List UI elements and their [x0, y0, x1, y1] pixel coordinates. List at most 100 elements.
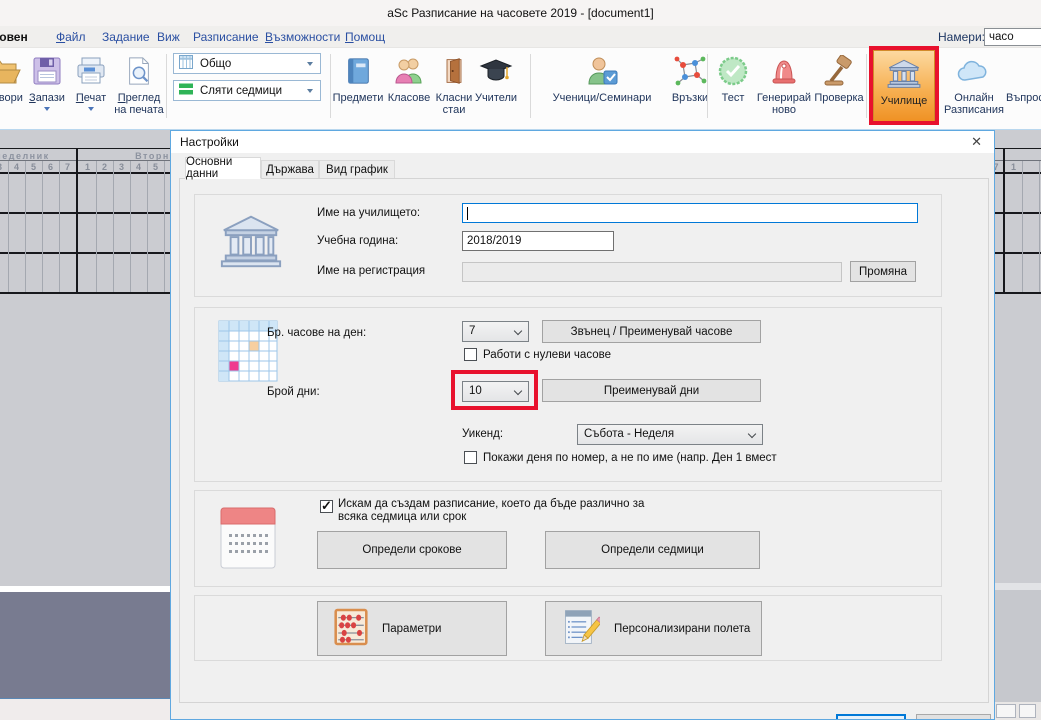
weeks-mode-combo[interactable]: Сляти седмици [173, 80, 321, 101]
school-building-icon [874, 51, 934, 95]
classrooms-button[interactable]: Класни стаи [434, 50, 474, 116]
save-dropdown-arrow-icon[interactable] [44, 107, 50, 111]
school-name-input[interactable] [462, 203, 918, 223]
hours-per-day-label: Бр. часове на ден: [267, 327, 366, 339]
ribbon-separator [707, 54, 708, 118]
merged-weeks-icon [179, 82, 193, 99]
questions-button[interactable]: Въпроси [1006, 50, 1041, 104]
combo-chevron-icon [514, 387, 522, 395]
parameters-button[interactable]: Параметри [317, 601, 507, 656]
number-of-days-combo[interactable]: 10 [462, 381, 529, 402]
subjects-button[interactable]: Предмети [332, 50, 384, 104]
door-icon [434, 50, 474, 92]
settings-dialog: Настройки ✕ Основни данни Държава Вид гр… [170, 130, 995, 720]
zero-hours-label: Работи с нулеви часове [483, 349, 611, 361]
registration-label: Име на регистрация [317, 265, 425, 277]
scrollbar-thumb[interactable] [996, 704, 1016, 718]
menu-item-options[interactable]: Възможности [265, 26, 340, 48]
ribbon-separator [330, 54, 331, 118]
dialog-title: Настройки [180, 135, 239, 149]
check-button[interactable]: Проверка [812, 50, 866, 104]
window-title: aSc Разписание на часовете 2019 - [docum… [387, 6, 654, 20]
open-folder-icon [0, 50, 24, 92]
timetable-grid-left: Понеделник Вторник 3 4 5 6 7 1 2 3 4 5 [0, 148, 170, 311]
print-preview-button[interactable]: Преглед на печата [112, 50, 166, 116]
print-button[interactable]: Печат [70, 50, 112, 111]
cancel-button[interactable] [916, 714, 991, 720]
side-panel [995, 590, 1041, 702]
rename-days-button[interactable]: Преименувай дни [542, 379, 761, 402]
find-label: Намери: [938, 26, 985, 48]
bells-rename-hours-button[interactable]: Звънец / Преименувай часове [542, 320, 761, 343]
tab-grid-type[interactable]: Вид график [319, 160, 395, 179]
combo-chevron-icon [514, 327, 522, 335]
menu-item-file[interactable]: Файл [56, 26, 86, 48]
students-seminars-button[interactable]: Ученици/Семинари [538, 50, 666, 104]
number-of-days-label: Брой дни: [267, 386, 320, 398]
combo-arrow-icon [307, 89, 313, 93]
dialog-title-bar[interactable]: Настройки ✕ [171, 131, 994, 153]
bottom-panel [0, 592, 170, 698]
network-icon [668, 50, 712, 92]
classes-button[interactable]: Класове [384, 50, 434, 104]
tab-country[interactable]: Държава [261, 160, 319, 179]
student-check-icon [538, 50, 666, 92]
gavel-icon [812, 50, 866, 92]
print-dropdown-arrow-icon[interactable] [88, 107, 94, 111]
online-timetables-button[interactable]: Онлайн Разписания [942, 50, 1006, 116]
print-preview-icon [112, 50, 166, 92]
view-mode-combo[interactable]: Общо [173, 53, 321, 74]
school-large-icon [218, 210, 284, 275]
timetable-grid-right: 7 1 [995, 148, 1041, 311]
save-floppy-icon [24, 50, 70, 92]
ribbon-separator [866, 54, 867, 118]
close-icon[interactable]: ✕ [971, 134, 982, 150]
links-button[interactable]: Връзки [668, 50, 712, 104]
combo-chevron-icon [748, 430, 756, 438]
define-weeks-button[interactable]: Определи седмици [545, 531, 760, 569]
book-icon [332, 50, 384, 92]
day-numbers-checkbox[interactable] [464, 451, 477, 464]
menu-item-main[interactable]: Основен [0, 26, 34, 48]
find-input[interactable]: часо [984, 28, 1041, 46]
save-button[interactable]: Запази [24, 50, 70, 111]
menu-item-help[interactable]: Помощ [345, 26, 385, 48]
menu-item-timetable[interactable]: Разписание [193, 26, 259, 48]
school-button[interactable]: Училище [873, 50, 935, 123]
custom-fields-icon [562, 607, 600, 650]
calendar-red-icon [220, 507, 276, 574]
school-year-label: Учебна година: [317, 235, 398, 247]
open-button[interactable]: Отвори [0, 50, 24, 104]
weekend-label: Уикенд: [462, 428, 503, 440]
test-button[interactable]: Тест [712, 50, 754, 104]
timetable-area-right[interactable]: 7 1 [995, 130, 1041, 720]
custom-fields-button[interactable]: Персонализирани полета [545, 601, 762, 656]
menu-item-task[interactable]: Задание [102, 26, 150, 48]
scrollbar-button[interactable] [1019, 704, 1036, 718]
ok-button[interactable] [836, 714, 906, 720]
school-year-input[interactable]: 2018/2019 [462, 231, 614, 251]
multiweek-label: Искам да създам разписание, което да бъд… [338, 498, 660, 524]
hours-per-day-combo[interactable]: 7 [462, 321, 529, 342]
teachers-button[interactable]: Учители [472, 50, 520, 104]
change-button[interactable]: Промяна [850, 261, 916, 282]
menu-item-view[interactable]: Виж [157, 26, 180, 48]
define-terms-button[interactable]: Определи срокове [317, 531, 507, 569]
multiweek-checkbox[interactable] [320, 500, 333, 513]
generate-new-button[interactable]: Генерирай ново [754, 50, 814, 116]
timetable-area-left[interactable]: Понеделник Вторник 3 4 5 6 7 1 2 3 4 5 [0, 130, 170, 720]
weekend-combo[interactable]: Събота - Неделя [577, 424, 763, 445]
status-strip [0, 699, 170, 720]
printer-icon [70, 50, 112, 92]
tab-basic-data[interactable]: Основни данни [185, 157, 261, 179]
ribbon-separator [530, 54, 531, 118]
abacus-icon [334, 608, 368, 649]
students-pair-icon [384, 50, 434, 92]
combo-arrow-icon [307, 62, 313, 66]
graduation-cap-icon [472, 50, 520, 92]
grid-view-icon [179, 55, 193, 72]
registration-input [462, 262, 842, 282]
tab-page: Име на училището: Учебна година: 2018/20… [179, 178, 989, 703]
test-check-icon [712, 50, 754, 92]
zero-hours-checkbox[interactable] [464, 348, 477, 361]
